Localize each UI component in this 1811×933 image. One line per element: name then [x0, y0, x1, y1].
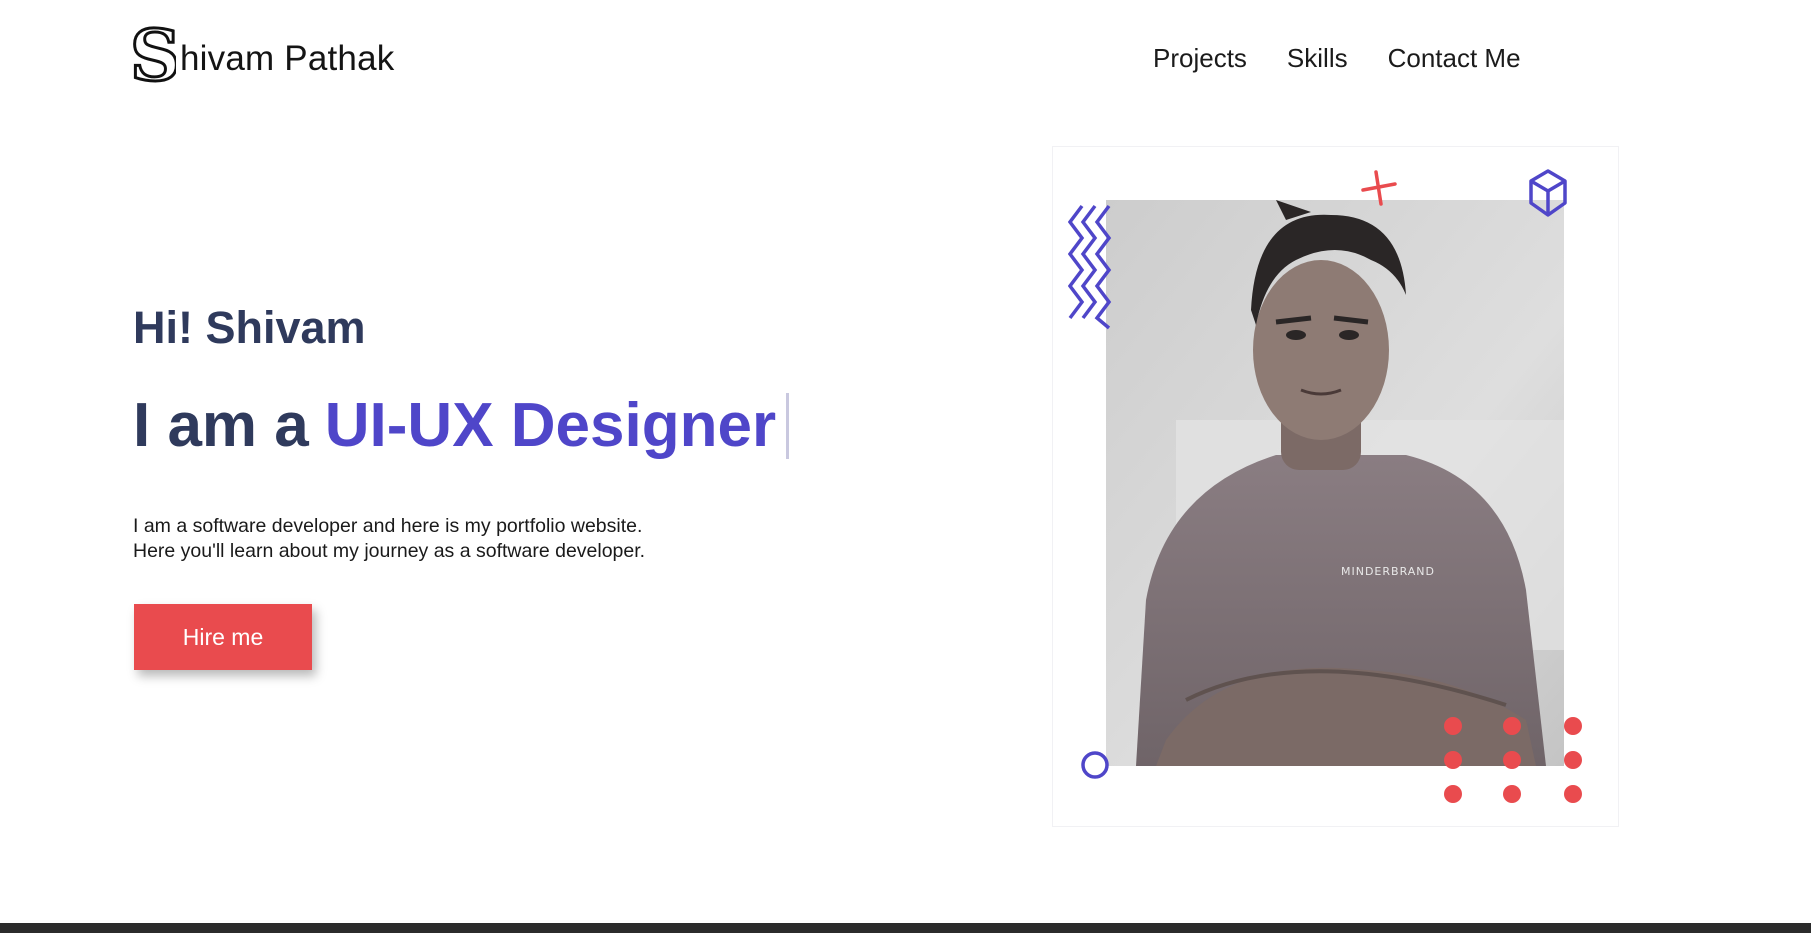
- plus-icon: [1361, 170, 1397, 206]
- nav-link-projects[interactable]: Projects: [1153, 40, 1247, 76]
- hero-intro: Hi! Shivam I am a UI-UX Designer I am a …: [133, 300, 833, 670]
- shirt-print: MINDERBRAND: [1341, 565, 1435, 578]
- hire-me-button[interactable]: Hire me: [134, 604, 312, 670]
- dot-grid-icon: [1444, 717, 1582, 803]
- hero-greeting: Hi! Shivam: [133, 302, 366, 353]
- os-taskbar: [0, 923, 1811, 933]
- brand-logo[interactable]: S hivam Pathak: [128, 22, 395, 88]
- profile-photo: MINDERBRAND: [1106, 200, 1564, 766]
- headline-role: UI-UX Designer: [324, 391, 777, 460]
- main-nav: Projects Skills Contact Me: [1153, 40, 1521, 76]
- portrait-illustration: MINDERBRAND: [1106, 200, 1564, 766]
- headline-prefix: I am a: [133, 391, 309, 460]
- description-line-2: Here you'll learn about my journey as a …: [133, 540, 646, 562]
- brand-name: hivam Pathak: [180, 39, 395, 78]
- nav-link-skills[interactable]: Skills: [1287, 40, 1348, 76]
- hero-description: I am a software developer and here is my…: [133, 514, 783, 564]
- nav-link-contact[interactable]: Contact Me: [1388, 40, 1521, 76]
- zigzag-icon: [1068, 204, 1112, 330]
- ring-icon: [1081, 751, 1109, 779]
- logo-s-icon: S: [129, 22, 177, 88]
- description-line-1: I am a software developer and here is my…: [133, 515, 643, 537]
- svg-text:S: S: [130, 22, 176, 88]
- hero-headline: I am a UI-UX Designer: [133, 388, 790, 464]
- text-cursor-icon: [786, 393, 790, 459]
- cube-icon: [1529, 169, 1567, 217]
- navbar: S hivam Pathak Projects Skills Contact M…: [0, 0, 1811, 115]
